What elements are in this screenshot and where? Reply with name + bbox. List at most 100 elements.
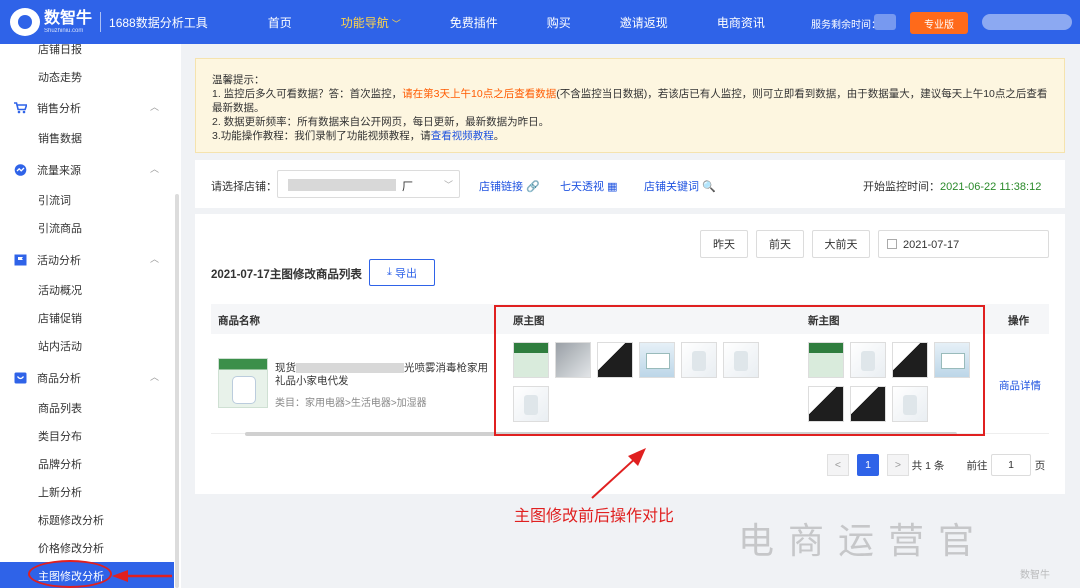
- list-title: 2021-07-17主图修改商品列表: [211, 269, 362, 281]
- notice-panel: 温馨提示： 1. 监控后多久可看数据？答：首次监控，请在第3天上午10点之后查看…: [195, 58, 1065, 153]
- watermark: 电商运营官: [738, 521, 989, 562]
- notice-line-2: 2. 数据更新频率：所有数据来自公开网页，每日更新，最新数据为昨日。: [212, 116, 550, 128]
- arrow-left-icon: [112, 570, 172, 582]
- sidebar-group-activity[interactable]: 活动分析: [14, 252, 81, 268]
- sidebar-item-site-activity[interactable]: 站内活动: [38, 338, 82, 354]
- pagination-goto-label: 前往: [966, 459, 988, 472]
- pagination-goto-input[interactable]: 1: [991, 454, 1031, 476]
- notice-text: 1. 监控后多久可看数据？答：首次监控，: [212, 88, 403, 100]
- pagination-prev-button[interactable]: <: [827, 454, 849, 476]
- sidebar-group-goods[interactable]: 商品分析: [14, 370, 81, 386]
- monitor-label: 开始监控时间：: [863, 181, 940, 193]
- sidebar-scrollbar[interactable]: [175, 194, 179, 588]
- notice-line-1: 1. 监控后多久可看数据？答：首次监控，请在第3天上午10点之后查看数据(不含监…: [212, 87, 1048, 115]
- main-nav: 首页 功能导航 ﹀ 免费插件 购买 邀请返现 电商资讯: [268, 14, 814, 31]
- date-three-days-ago-button[interactable]: 大前天: [812, 230, 870, 258]
- store-link-label: 店铺链接: [479, 181, 523, 193]
- watermark-sub: 数智牛: [1020, 570, 1050, 581]
- sidebar-item-daily-report[interactable]: 店铺日报: [38, 44, 82, 57]
- nav-home[interactable]: 首页: [268, 14, 292, 31]
- date-picker[interactable]: 2021-07-17: [878, 230, 1049, 258]
- sidebar-group-sales[interactable]: 销售分析: [14, 100, 81, 116]
- sidebar-group-label: 商品分析: [37, 373, 81, 385]
- chevron-up-icon[interactable]: ︿: [150, 100, 159, 113]
- sidebar-item-new-arrivals[interactable]: 上新分析: [38, 484, 82, 500]
- sidebar-item-traffic-goods[interactable]: 引流商品: [38, 220, 82, 236]
- sidebar-item-goods-list[interactable]: 商品列表: [38, 400, 82, 416]
- chart-icon: ▦: [607, 181, 618, 193]
- store-selector-bar: 请选择店铺： 厂 ﹀ 店铺链接 🔗 七天透视 ▦ 店铺关键词 🔍 开始监控时间：…: [195, 160, 1065, 208]
- video-tutorial-link[interactable]: 查看视频教程: [431, 130, 494, 142]
- nav-buy[interactable]: 购买: [547, 14, 571, 31]
- highlight-ellipse: [28, 560, 112, 588]
- date-yesterday-button[interactable]: 昨天: [700, 230, 748, 258]
- product-name-blurred: [296, 363, 404, 374]
- sidebar-item-sales-data[interactable]: 销售数据: [38, 130, 82, 146]
- chevron-up-icon[interactable]: ︿: [150, 162, 159, 175]
- store-keywords-label: 店铺关键词: [644, 181, 699, 193]
- traffic-icon: [14, 164, 27, 176]
- column-header: 商品名称: [218, 315, 260, 327]
- comparison-highlight-box: [494, 305, 985, 436]
- nav-plugins[interactable]: 免费插件: [450, 14, 498, 31]
- product-name-prefix: 现货: [275, 362, 296, 374]
- export-label: 导出: [394, 267, 417, 280]
- brand-logo[interactable]: 数智牛 Shuzhiniu.com 1688数据分析工具: [10, 8, 208, 36]
- sidebar-item-category[interactable]: 类目分布: [38, 428, 82, 444]
- notice-title: 温馨提示：: [212, 74, 265, 86]
- user-account-blurred[interactable]: [982, 14, 1072, 30]
- export-button[interactable]: ⤓ 导出: [369, 259, 435, 286]
- logo-icon: [10, 8, 40, 36]
- product-detail-link[interactable]: 商品详情: [999, 378, 1041, 393]
- sidebar-item-activity-overview[interactable]: 活动概况: [38, 282, 82, 298]
- notice-line-3: 3.功能操作教程：我们录制了功能视频教程，请查看视频教程。: [212, 129, 1048, 143]
- store-select[interactable]: 厂 ﹀: [277, 170, 460, 198]
- nav-features[interactable]: 功能导航 ﹀: [341, 14, 401, 31]
- sidebar-item-keywords[interactable]: 引流词: [38, 192, 71, 208]
- store-keywords-link[interactable]: 店铺关键词 🔍: [644, 178, 716, 194]
- sidebar-group-traffic[interactable]: 流量来源: [14, 162, 81, 178]
- date-day-before-button[interactable]: 前天: [756, 230, 804, 258]
- nav-news[interactable]: 电商资讯: [717, 14, 765, 31]
- pagination-page-unit: 页: [1034, 459, 1046, 472]
- sidebar-group-label: 流量来源: [37, 165, 81, 177]
- nav-invite[interactable]: 邀请返现: [620, 14, 668, 31]
- notice-text: 。: [493, 130, 505, 142]
- cart-icon: [14, 102, 27, 114]
- notice-text: 3.功能操作教程：我们录制了功能视频教程，请: [212, 130, 431, 142]
- plan-button[interactable]: 专业版: [910, 12, 968, 34]
- sidebar-item-price-change[interactable]: 价格修改分析: [38, 540, 104, 556]
- pagination-page-1[interactable]: 1: [857, 454, 879, 476]
- sidebar-group-label: 销售分析: [37, 103, 81, 115]
- sidebar-item-store-promo[interactable]: 店铺促销: [38, 310, 82, 326]
- divider: [100, 12, 102, 32]
- pagination-next-button[interactable]: >: [887, 454, 909, 476]
- brand-name: 数智牛: [44, 9, 93, 27]
- store-link[interactable]: 店铺链接 🔗: [479, 178, 540, 194]
- flag-icon: [14, 254, 27, 266]
- calendar-icon: [887, 239, 897, 249]
- chevron-up-icon[interactable]: ︿: [150, 370, 159, 383]
- annotation-arrow-icon: [591, 448, 646, 499]
- store-select-label: 请选择店铺：: [211, 181, 277, 193]
- service-remaining-value-blurred: [874, 14, 896, 30]
- service-remaining-label: 服务剩余时间：: [811, 20, 881, 31]
- product-category: 类目：家用电器>生活电器>加湿器: [275, 398, 427, 409]
- goods-icon: [14, 372, 27, 384]
- product-name[interactable]: 现货 光喷雾消毒枪家用礼品小家电代发: [275, 362, 495, 388]
- notice-highlight: 请在第3天上午10点之后查看数据: [402, 88, 557, 100]
- chevron-down-icon: ﹀: [391, 18, 401, 29]
- seven-day-view-label: 七天透视: [560, 181, 604, 193]
- date-picker-value: 2021-07-17: [903, 239, 960, 251]
- product-image[interactable]: [218, 358, 268, 408]
- brand-subtitle: Shuzhiniu.com: [44, 27, 84, 34]
- monitor-start-time: 开始监控时间：2021-06-22 11:38:12: [863, 178, 1041, 194]
- seven-day-view-link[interactable]: 七天透视 ▦: [560, 178, 617, 194]
- sidebar-item-trend[interactable]: 动态走势: [38, 69, 82, 85]
- sidebar-item-brand[interactable]: 品牌分析: [38, 456, 82, 472]
- sidebar-item-title-change[interactable]: 标题修改分析: [38, 512, 104, 528]
- search-icon: 🔍: [702, 181, 716, 193]
- chevron-up-icon[interactable]: ︿: [150, 252, 159, 265]
- nav-features-label: 功能导航: [340, 15, 389, 30]
- tool-name: 1688数据分析工具: [109, 15, 208, 30]
